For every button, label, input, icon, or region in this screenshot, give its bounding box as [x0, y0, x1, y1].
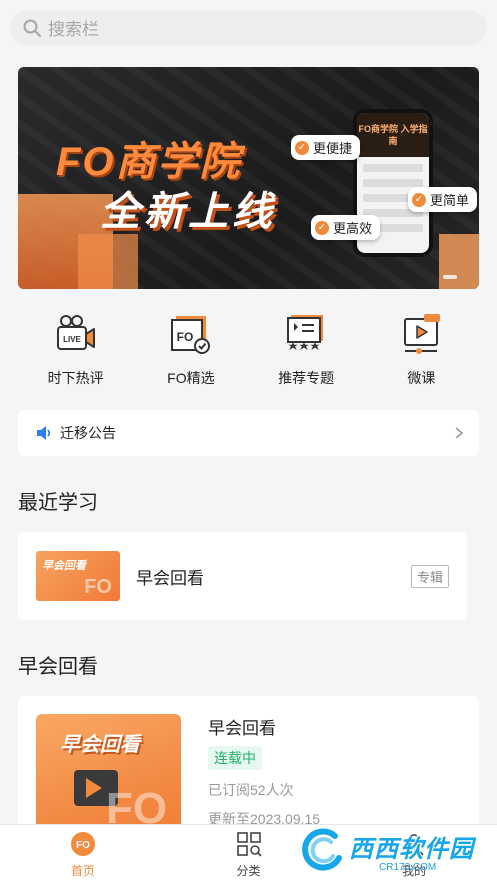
quick-entry-label: 推荐专题	[278, 370, 335, 386]
chevron-right-icon	[455, 427, 464, 439]
quick-entry-micro-course[interactable]: 微课	[364, 310, 479, 395]
album-badge: 专辑	[410, 564, 449, 588]
fo-badge-icon: FO	[170, 316, 210, 354]
quick-entry-label: FO精选	[167, 370, 215, 386]
banner-decoration	[439, 234, 479, 289]
watermark-text: 西西软件园	[349, 836, 474, 863]
replay-title: 早会回看	[208, 719, 276, 738]
check-icon: ✓	[315, 220, 329, 235]
search-placeholder: 搜索栏	[48, 20, 99, 39]
banner-tag: ✓ 更简单	[408, 187, 478, 212]
recent-thumbnail: 早会回看 FO	[36, 551, 120, 601]
recent-item-name: 早会回看	[136, 568, 204, 588]
check-icon: ✓	[412, 192, 426, 207]
svg-text:FO: FO	[76, 840, 90, 851]
section-title-replay: 早会回看	[18, 656, 98, 678]
quick-entry-hot-comments[interactable]: LIVE 时下热评	[18, 310, 133, 395]
search-icon	[23, 19, 41, 37]
banner-tag: ✓ 更高效	[311, 215, 381, 240]
phone-header: FO商学院 入学指南	[357, 113, 429, 157]
speaker-icon	[37, 426, 51, 440]
tab-home[interactable]: FO 首页	[0, 825, 166, 883]
quick-entry-grid: LIVE 时下热评 FO FO精选 推荐专题 微课	[18, 310, 479, 395]
quick-entry-recommended-topics[interactable]: 推荐专题	[249, 310, 364, 395]
svg-text:LIVE: LIVE	[63, 335, 81, 344]
recent-study-card[interactable]: 早会回看 FO 早会回看 专辑	[18, 532, 467, 620]
banner-decoration	[78, 234, 138, 289]
promo-banner[interactable]: FO商学院 全新上线 FO商学院 入学指南 ✓ 更便捷 ✓ 更简单 ✓ 更高效	[18, 67, 479, 289]
section-title-recent: 最近学习	[18, 492, 98, 514]
status-badge: 连载中	[208, 746, 262, 770]
subscription-count: 已订阅52人次	[208, 782, 294, 798]
svg-text:FO: FO	[177, 330, 194, 344]
search-bar[interactable]: 搜索栏	[10, 10, 487, 45]
carousel-indicator[interactable]	[443, 275, 457, 279]
home-fo-icon: FO	[70, 832, 95, 856]
site-watermark: 西西软件园 CR173.COM	[301, 828, 489, 874]
live-camera-icon: LIVE	[56, 315, 95, 350]
check-icon: ✓	[295, 140, 309, 155]
video-player-icon	[404, 314, 441, 354]
grid-icon	[236, 832, 262, 857]
tab-label: 首页	[70, 864, 95, 878]
announcement-text: 迁移公告	[60, 425, 116, 441]
watermark-logo-icon	[302, 828, 342, 871]
watermark-subtext: CR173.COM	[379, 862, 437, 873]
banner-subtitle: 全新上线	[100, 190, 276, 234]
star-board-icon	[287, 315, 324, 351]
quick-entry-label: 微课	[407, 370, 436, 386]
play-icon	[86, 778, 102, 798]
quick-entry-label: 时下热评	[47, 370, 104, 386]
quick-entry-fo-picks[interactable]: FO FO精选	[133, 310, 248, 395]
tab-label: 分类	[236, 864, 261, 878]
announcement-bar[interactable]: 迁移公告	[18, 410, 479, 456]
banner-tag: ✓ 更便捷	[291, 135, 361, 160]
